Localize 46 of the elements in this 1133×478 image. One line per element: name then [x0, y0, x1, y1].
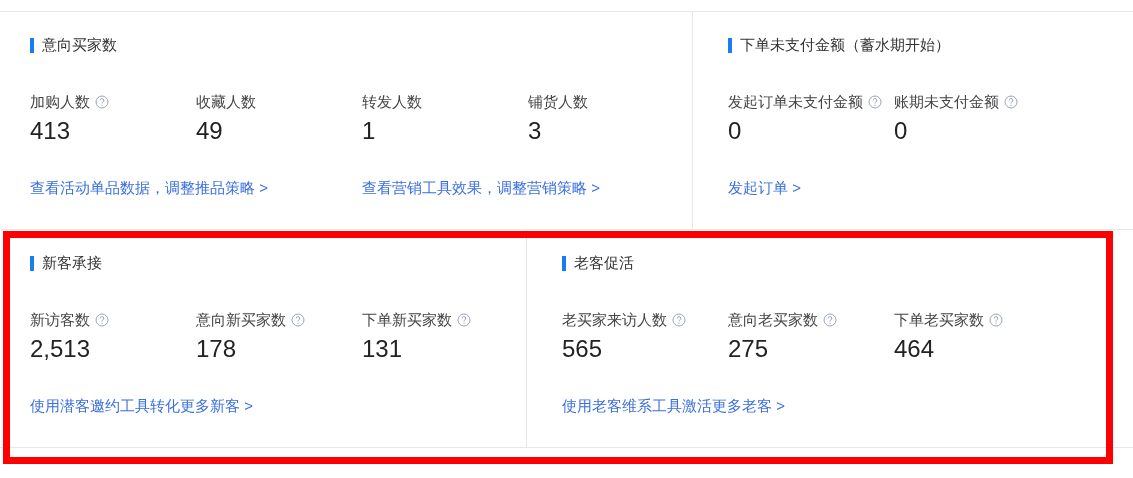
metric-value: 413	[30, 116, 71, 146]
action-link[interactable]: 使用老客维系工具激活更多老客 >	[562, 397, 785, 414]
metric-value: 131	[362, 334, 403, 364]
title-accent-bar	[728, 37, 732, 53]
help-icon[interactable]	[989, 313, 1003, 327]
title-accent-bar	[562, 255, 566, 271]
metric-value: 49	[196, 116, 223, 146]
metric-value: 0	[728, 116, 742, 146]
metric-label: 加购人数	[30, 91, 90, 112]
action-link[interactable]: 使用潜客邀约工具转化更多新客 >	[30, 397, 253, 414]
metric-label: 下单新买家数	[362, 309, 452, 330]
metric-label: 转发人数	[362, 91, 422, 112]
metric-value: 565	[562, 334, 603, 364]
help-icon[interactable]	[823, 313, 837, 327]
metric-value: 2,513	[30, 334, 91, 364]
help-icon[interactable]	[868, 95, 882, 109]
metric-value: 178	[196, 334, 237, 364]
metric-label: 新访客数	[30, 309, 90, 330]
help-icon[interactable]	[95, 313, 109, 327]
metric-value: 275	[728, 334, 769, 364]
title-accent-bar	[30, 255, 34, 271]
metric-value: 464	[894, 334, 935, 364]
metric-label: 收藏人数	[196, 91, 256, 112]
metric-label: 账期未支付金额	[894, 91, 999, 112]
metric-value: 0	[894, 116, 908, 146]
metric-label: 下单老买家数	[894, 309, 984, 330]
metric-value: 1	[362, 116, 376, 146]
section-title: 新客承接	[42, 252, 102, 273]
help-icon[interactable]	[95, 95, 109, 109]
help-icon[interactable]	[291, 313, 305, 327]
title-accent-bar	[30, 37, 34, 53]
action-link[interactable]: 查看营销工具效果，调整营销策略 >	[362, 179, 600, 196]
metric-label: 意向新买家数	[196, 309, 286, 330]
action-link[interactable]: 发起订单 >	[728, 179, 801, 196]
metric-value: 3	[528, 116, 542, 146]
section-title: 下单未支付金额（蓄水期开始）	[740, 34, 950, 55]
help-icon[interactable]	[457, 313, 471, 327]
metric-label: 发起订单未支付金额	[728, 91, 863, 112]
section-title: 老客促活	[574, 252, 634, 273]
metric-label: 铺货人数	[528, 91, 588, 112]
metric-label: 老买家来访人数	[562, 309, 667, 330]
help-icon[interactable]	[672, 313, 686, 327]
action-link[interactable]: 查看活动单品数据，调整推品策略 >	[30, 179, 268, 196]
section-title: 意向买家数	[42, 34, 117, 55]
help-icon[interactable]	[1004, 95, 1018, 109]
metric-label: 意向老买家数	[728, 309, 818, 330]
